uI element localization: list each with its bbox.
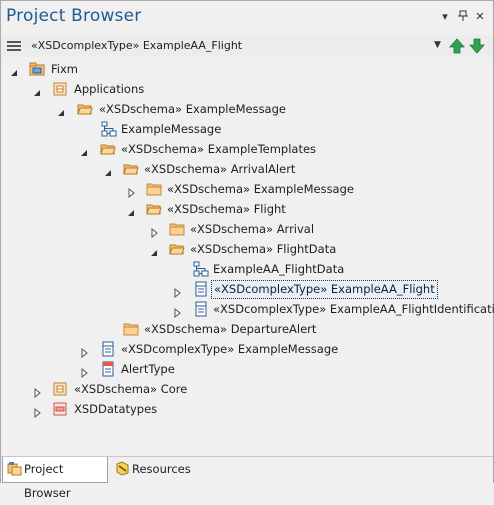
move-down-arrow-icon[interactable] xyxy=(469,38,485,54)
tab-project-browser[interactable]: Project Browser xyxy=(2,457,108,500)
collapse-toggle-icon[interactable] xyxy=(32,404,42,419)
tree-node[interactable]: «XSDschema» Flight xyxy=(1,199,491,219)
tab-resources[interactable]: Resources xyxy=(111,457,201,482)
expand-toggle-icon[interactable] xyxy=(32,84,42,96)
collapse-toggle-icon[interactable] xyxy=(79,344,89,359)
expand-toggle-icon[interactable] xyxy=(56,104,66,116)
tree-node[interactable]: «XSDschema» ExampleMessage xyxy=(1,99,491,119)
tree-node[interactable]: «XSDschema» ExampleTemplates xyxy=(1,139,491,159)
move-up-arrow-icon[interactable] xyxy=(449,38,465,54)
tree-node[interactable]: «XSDschema» ArrivalAlert xyxy=(1,159,491,179)
tree-node[interactable]: «XSDcomplexType» ExampleMessage xyxy=(1,339,491,359)
folder-open-icon xyxy=(169,241,185,257)
window-menu-button[interactable]: ▾ xyxy=(438,10,452,24)
class-icon xyxy=(193,301,209,317)
tab-label: Project Browser xyxy=(24,462,71,500)
tree-node[interactable]: XSDDatatypes xyxy=(1,399,491,419)
tree-node[interactable]: Fixm xyxy=(1,59,491,79)
toolbar: «XSDcomplexType» ExampleAA_Flight ▼ xyxy=(1,35,493,57)
title-bar: Project Browser ▾ ✕ xyxy=(1,1,493,35)
folder-icon xyxy=(146,181,162,197)
tree-node-label: «XSDschema» ExampleMessage xyxy=(99,102,286,116)
tree-node-label: Applications xyxy=(74,82,145,96)
tree-node-label: «XSDcomplexType» ExampleAA_FlightIdentif… xyxy=(213,302,494,316)
package-icon xyxy=(52,381,68,397)
expand-toggle-icon[interactable] xyxy=(149,244,159,256)
collapse-toggle-icon[interactable] xyxy=(32,384,42,399)
diagram-icon xyxy=(101,121,117,137)
bottom-tab-strip: Project Browser Resources xyxy=(1,456,493,500)
expand-toggle-icon[interactable] xyxy=(9,64,19,76)
diagram-icon xyxy=(193,261,209,277)
tree-node-label: Fixm xyxy=(51,62,78,76)
tree-node-label: XSDDatatypes xyxy=(74,402,158,416)
folder-open-icon xyxy=(146,201,162,217)
expand-toggle-icon[interactable] xyxy=(79,144,89,156)
folder-icon xyxy=(169,221,185,237)
expand-toggle-icon[interactable] xyxy=(103,164,113,176)
folder-icon xyxy=(123,321,139,337)
window-title: Project Browser xyxy=(6,6,142,26)
project-browser-window: Project Browser ▾ ✕ «XSDcomplexType» Exa… xyxy=(0,0,494,500)
tree-node[interactable]: «XSDschema» Arrival xyxy=(1,219,491,239)
tree-node[interactable]: AlertType xyxy=(1,359,491,379)
tree-node[interactable]: «XSDcomplexType» ExampleAA_Flight xyxy=(1,279,491,299)
tree-node[interactable]: «XSDschema» DepartureAlert xyxy=(1,319,491,339)
dropdown-arrow-icon[interactable]: ▼ xyxy=(434,40,441,50)
enum-icon xyxy=(100,361,116,377)
package-red-icon xyxy=(52,401,68,417)
tree-node[interactable]: ExampleMessage xyxy=(1,119,491,139)
current-element-label: «XSDcomplexType» ExampleAA_Flight xyxy=(31,39,243,52)
tree-node-label: «XSDschema» Arrival xyxy=(190,222,315,236)
project-browser-icon xyxy=(7,462,22,476)
collapse-toggle-icon[interactable] xyxy=(79,364,89,379)
tree-node-label: «XSDcomplexType» ExampleMessage xyxy=(121,342,339,356)
class-icon xyxy=(100,341,116,357)
package-root-icon xyxy=(29,61,45,77)
resources-icon xyxy=(116,461,129,476)
tree-node[interactable]: «XSDschema» ExampleMessage xyxy=(1,179,491,199)
pin-icon xyxy=(458,10,468,21)
tree-node-label: «XSDschema» FlightData xyxy=(190,242,337,256)
tree-node[interactable]: «XSDcomplexType» ExampleAA_FlightIdentif… xyxy=(1,299,494,319)
tree-node[interactable]: Applications xyxy=(1,79,491,99)
folder-open-icon xyxy=(77,101,93,117)
tree-node-label: ExampleMessage xyxy=(121,122,222,136)
collapse-toggle-icon[interactable] xyxy=(126,184,136,199)
tree-node-label: AlertType xyxy=(121,362,175,376)
close-button[interactable]: ✕ xyxy=(473,10,487,24)
tree-node-label: «XSDschema» DepartureAlert xyxy=(144,322,317,336)
collapse-toggle-icon[interactable] xyxy=(149,224,159,239)
tree-node-label: «XSDcomplexType» ExampleAA_Flight xyxy=(211,280,438,299)
tree-node[interactable]: «XSDschema» Core xyxy=(1,379,491,399)
class-icon xyxy=(193,281,209,297)
collapse-toggle-icon[interactable] xyxy=(172,284,182,299)
package-icon xyxy=(52,81,68,97)
hamburger-menu-icon[interactable] xyxy=(7,41,21,51)
tree-node-label: ExampleAA_FlightData xyxy=(213,262,345,276)
pin-button[interactable] xyxy=(456,10,470,24)
tree-node-label: «XSDschema» ArrivalAlert xyxy=(144,162,296,176)
tab-label: Resources xyxy=(132,462,191,476)
tree-node-label: «XSDschema» ExampleMessage xyxy=(167,182,354,196)
tree-node-label: «XSDschema» Core xyxy=(74,382,188,396)
folder-open-icon xyxy=(123,161,139,177)
expand-toggle-icon[interactable] xyxy=(126,204,136,216)
collapse-toggle-icon[interactable] xyxy=(172,304,182,319)
tree-node[interactable]: «XSDschema» FlightData xyxy=(1,239,491,259)
folder-open-icon xyxy=(100,141,116,157)
tree-node[interactable]: ExampleAA_FlightData xyxy=(1,259,491,279)
tree-node-label: «XSDschema» ExampleTemplates xyxy=(121,142,317,156)
tree-node-label: «XSDschema» Flight xyxy=(167,202,286,216)
project-tree: Fixm Applications «XSDschema» ExampleMessa… xyxy=(1,57,494,451)
